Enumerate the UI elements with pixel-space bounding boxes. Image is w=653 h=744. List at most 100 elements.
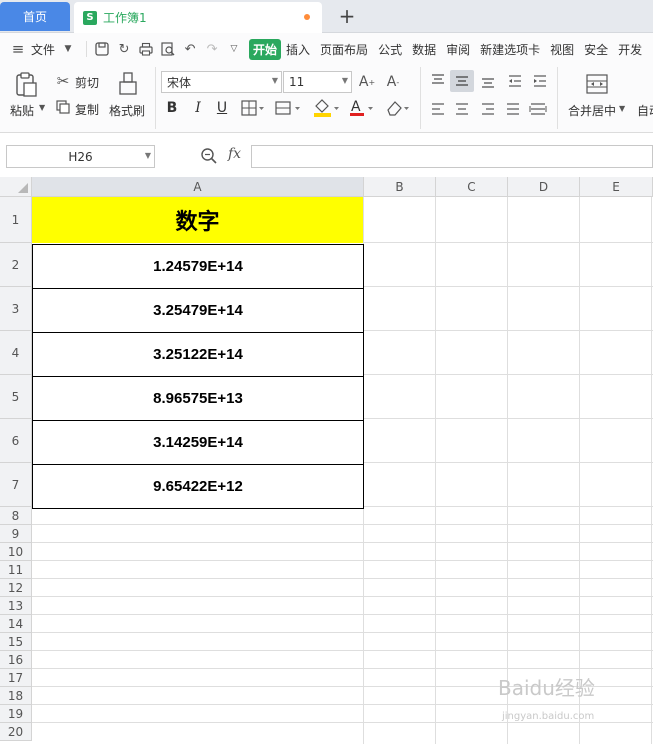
cell-a4[interactable]: 3.25122E+14 (32, 332, 364, 377)
menu-security[interactable]: 安全 (579, 41, 613, 58)
paste-icon[interactable] (13, 71, 39, 99)
row-header-17[interactable]: 17 (0, 669, 32, 687)
justify-icon[interactable] (503, 99, 523, 119)
formula-input[interactable] (251, 145, 653, 168)
decrease-font-icon[interactable]: A- (384, 73, 402, 91)
row-header-6[interactable]: 6 (0, 419, 32, 463)
zoom-search-icon[interactable] (200, 147, 218, 165)
fill-color-icon[interactable] (312, 97, 342, 119)
row-header-12[interactable]: 12 (0, 579, 32, 597)
bold-icon[interactable]: B (164, 99, 180, 117)
row-header-20[interactable]: 20 (0, 723, 32, 741)
column-header-e[interactable]: E (580, 177, 653, 197)
chevron-down-icon: ▼ (144, 151, 151, 160)
menu-view[interactable]: 视图 (545, 41, 579, 58)
redo-icon[interactable]: ↷ (204, 41, 220, 57)
merge-center-label[interactable]: 合并居中 (568, 102, 616, 119)
border-icon[interactable] (240, 99, 266, 117)
align-left-icon[interactable] (428, 99, 448, 119)
distributed-align-icon[interactable] (528, 99, 548, 119)
increase-font-icon[interactable]: A + (358, 73, 376, 91)
fx-icon[interactable]: fx (228, 146, 241, 162)
hamburger-menu-icon[interactable]: ≡ (10, 40, 26, 58)
chevron-down-icon[interactable]: ▼ (60, 41, 76, 57)
row-header-19[interactable]: 19 (0, 705, 32, 723)
row-header-4[interactable]: 4 (0, 331, 32, 375)
column-header-a[interactable]: A (32, 177, 364, 197)
save-icon[interactable] (94, 41, 110, 57)
cell-a2[interactable]: 1.24579E+14 (32, 244, 364, 289)
decrease-indent-icon[interactable] (505, 71, 525, 91)
tab-home[interactable]: 首页 (0, 2, 70, 31)
italic-icon[interactable]: I (190, 99, 206, 117)
copy-icon[interactable] (55, 99, 71, 115)
scissors-icon[interactable]: ✂ (55, 72, 71, 90)
cell-a6[interactable]: 3.14259E+14 (32, 420, 364, 465)
menu-formulas[interactable]: 公式 (373, 41, 407, 58)
format-painter-icon[interactable] (117, 71, 139, 97)
font-color-icon[interactable]: A (348, 97, 376, 119)
column-header-b[interactable]: B (364, 177, 436, 197)
copy-label[interactable]: 复制 (75, 101, 99, 118)
cut-label[interactable]: 剪切 (75, 74, 99, 91)
menu-developer[interactable]: 开发 (613, 41, 647, 58)
print-icon[interactable] (138, 41, 154, 57)
menu-new-tab[interactable]: 新建选项卡 (475, 41, 545, 58)
tab-workbook[interactable]: S 工作簿1 (74, 2, 322, 33)
redo-format-icon[interactable]: ↻ (116, 41, 132, 57)
merge-center-icon[interactable] (584, 71, 610, 97)
grid-line (32, 722, 653, 723)
format-painter-label[interactable]: 格式刷 (109, 102, 145, 119)
eraser-icon[interactable] (384, 97, 412, 119)
cell-a1-header[interactable]: 数字 (32, 197, 363, 243)
increase-indent-icon[interactable] (530, 71, 550, 91)
menu-bar: ≡ 文件 ▼ ↻ ↶ ↷ ▽ 开始 插入 页面布局 公式 数据 审阅 新建选项卡… (0, 37, 653, 61)
new-tab-button[interactable]: + (336, 4, 358, 28)
undo-icon[interactable]: ↶ (182, 41, 198, 57)
name-box[interactable]: H26 ▼ (6, 145, 155, 168)
menu-page-layout[interactable]: 页面布局 (315, 41, 373, 58)
paste-chevron-icon[interactable]: ▼ (39, 103, 45, 112)
cell-a5[interactable]: 8.96575E+13 (32, 376, 364, 421)
row-header-10[interactable]: 10 (0, 543, 32, 561)
paste-label[interactable]: 粘贴 (10, 102, 34, 119)
menu-file[interactable]: 文件 (29, 41, 60, 58)
row-header-7[interactable]: 7 (0, 463, 32, 507)
align-bottom-icon[interactable] (478, 71, 498, 91)
row-header-8[interactable]: 8 (0, 507, 32, 525)
menu-data[interactable]: 数据 (407, 41, 441, 58)
row-header-3[interactable]: 3 (0, 287, 32, 331)
row-header-11[interactable]: 11 (0, 561, 32, 579)
align-middle-icon[interactable] (450, 70, 474, 92)
underline-icon[interactable]: U (214, 99, 230, 117)
menu-insert[interactable]: 插入 (281, 41, 315, 58)
row-header-9[interactable]: 9 (0, 525, 32, 543)
column-header-d[interactable]: D (508, 177, 580, 197)
cell-a3[interactable]: 3.25479E+14 (32, 288, 364, 333)
row-header-5[interactable]: 5 (0, 375, 32, 419)
cell-a7[interactable]: 9.65422E+12 (32, 464, 364, 509)
customize-chevron-icon[interactable]: ▽ (226, 41, 242, 57)
align-center-icon[interactable] (452, 99, 472, 119)
spreadsheet-grid: A B C D E 1 2 3 4 5 6 7 8 9 10 11 12 13 … (0, 177, 653, 744)
print-preview-icon[interactable] (160, 41, 176, 57)
row-header-13[interactable]: 13 (0, 597, 32, 615)
row-header-1[interactable]: 1 (0, 197, 32, 243)
column-header-c[interactable]: C (436, 177, 508, 197)
row-header-15[interactable]: 15 (0, 633, 32, 651)
font-size-select[interactable]: 11 ▼ (283, 71, 352, 93)
menu-review[interactable]: 审阅 (441, 41, 475, 58)
menu-home[interactable]: 开始 (249, 38, 282, 60)
merge-chevron-icon[interactable]: ▼ (619, 104, 625, 113)
cell-style-icon[interactable] (274, 99, 304, 117)
ribbon-separator (557, 67, 558, 129)
row-header-14[interactable]: 14 (0, 615, 32, 633)
row-header-18[interactable]: 18 (0, 687, 32, 705)
row-header-2[interactable]: 2 (0, 243, 32, 287)
row-header-16[interactable]: 16 (0, 651, 32, 669)
align-top-icon[interactable] (428, 71, 448, 91)
select-all-corner[interactable] (0, 177, 32, 197)
align-right-icon[interactable] (478, 99, 498, 119)
auto-wrap-label[interactable]: 自动 (637, 102, 653, 119)
font-name-select[interactable]: 宋体 ▼ (161, 71, 282, 93)
